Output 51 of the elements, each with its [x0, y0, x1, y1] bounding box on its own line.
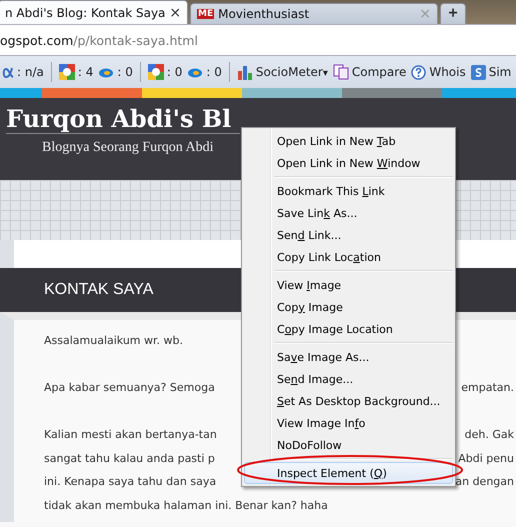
address-bar[interactable]: ogspot.com/p/kontak-saya.html — [0, 24, 516, 56]
menu-item[interactable]: Save Link As... — [244, 202, 453, 224]
help-icon — [411, 64, 426, 80]
new-tab-button[interactable]: + — [440, 3, 466, 24]
menu-item[interactable]: Copy Image Location — [244, 318, 453, 340]
menu-item[interactable]: Send Image... — [244, 368, 453, 390]
menu-item[interactable]: Copy Image — [244, 296, 453, 318]
page-heading: KONTAK SAYA — [44, 281, 154, 299]
menu-item[interactable]: Bookmark This Link — [244, 180, 453, 202]
toolbar-label[interactable]: : 4 — [78, 65, 94, 79]
paragraph-text: Assalamualaikum wr. wb. — [44, 334, 183, 349]
close-icon[interactable]: × — [169, 4, 182, 20]
toolbar-label[interactable]: Compare — [352, 65, 406, 79]
toolbar-label[interactable]: : 0 — [206, 65, 222, 79]
google-icon — [58, 64, 75, 80]
menu-item[interactable]: View Image Info — [244, 412, 453, 434]
menu-item[interactable]: View Image — [244, 274, 453, 296]
alpha-icon — [2, 66, 14, 78]
paragraph-text: empatan. — [461, 381, 515, 396]
paragraph-text: Apa kabar semuanya? Semoga — [44, 381, 215, 396]
blog-subtitle: Blognya Seorang Furqon Abdi — [42, 140, 214, 156]
square-logo-icon — [470, 64, 486, 80]
bing-icon — [187, 66, 204, 78]
menu-item[interactable]: Set As Desktop Background... — [244, 390, 453, 412]
paragraph-text: Abdi penu — [458, 452, 515, 466]
paragraph-text: an dengan — [455, 475, 515, 490]
google-icon — [148, 64, 164, 80]
menu-item[interactable]: NoDoFollow — [244, 434, 453, 456]
menu-item[interactable]: Send Link... — [244, 224, 453, 246]
bing-icon — [98, 66, 114, 78]
bar-chart-icon — [236, 64, 253, 80]
menu-item[interactable]: Open Link in New Tab — [244, 130, 453, 152]
paragraph-text: tidak akan membuka halaman ini. Benar kan? haha — [44, 498, 328, 514]
favicon: ME — [197, 9, 214, 19]
menu-item[interactable]: Open Link in New Window — [244, 152, 453, 174]
documents-icon — [332, 64, 349, 80]
toolbar-label[interactable]: : 0 — [117, 65, 133, 79]
browser-tab[interactable]: n Abdi's Blog: Kontak Saya × — [0, 0, 188, 24]
toolbar-label[interactable]: SocioMeter▾ — [256, 65, 328, 79]
blog-title[interactable]: Furqon Abdi's Bl — [6, 98, 240, 134]
toolbar-label[interactable]: Whois — [429, 65, 466, 79]
toolbar-label[interactable]: : 0 — [166, 65, 182, 79]
menu-item[interactable]: Save Image As... — [244, 346, 453, 368]
toolbar-label[interactable]: : n/a — [17, 65, 44, 79]
paragraph-text: Kalian mesti akan bertanya-tan — [44, 428, 217, 443]
toolbar-label[interactable]: Sim — [488, 65, 512, 79]
paragraph-text: sangat tahu kalau anda pasti p — [44, 452, 215, 466]
browser-tab[interactable]: ME Movienthusiast × — [190, 3, 438, 24]
menu-item[interactable]: Inspect Element (Q) — [244, 462, 453, 484]
paragraph-text: ini. Kenapa saya tahu dan saya — [44, 475, 216, 490]
paragraph-text: deh. Gak — [464, 428, 515, 443]
